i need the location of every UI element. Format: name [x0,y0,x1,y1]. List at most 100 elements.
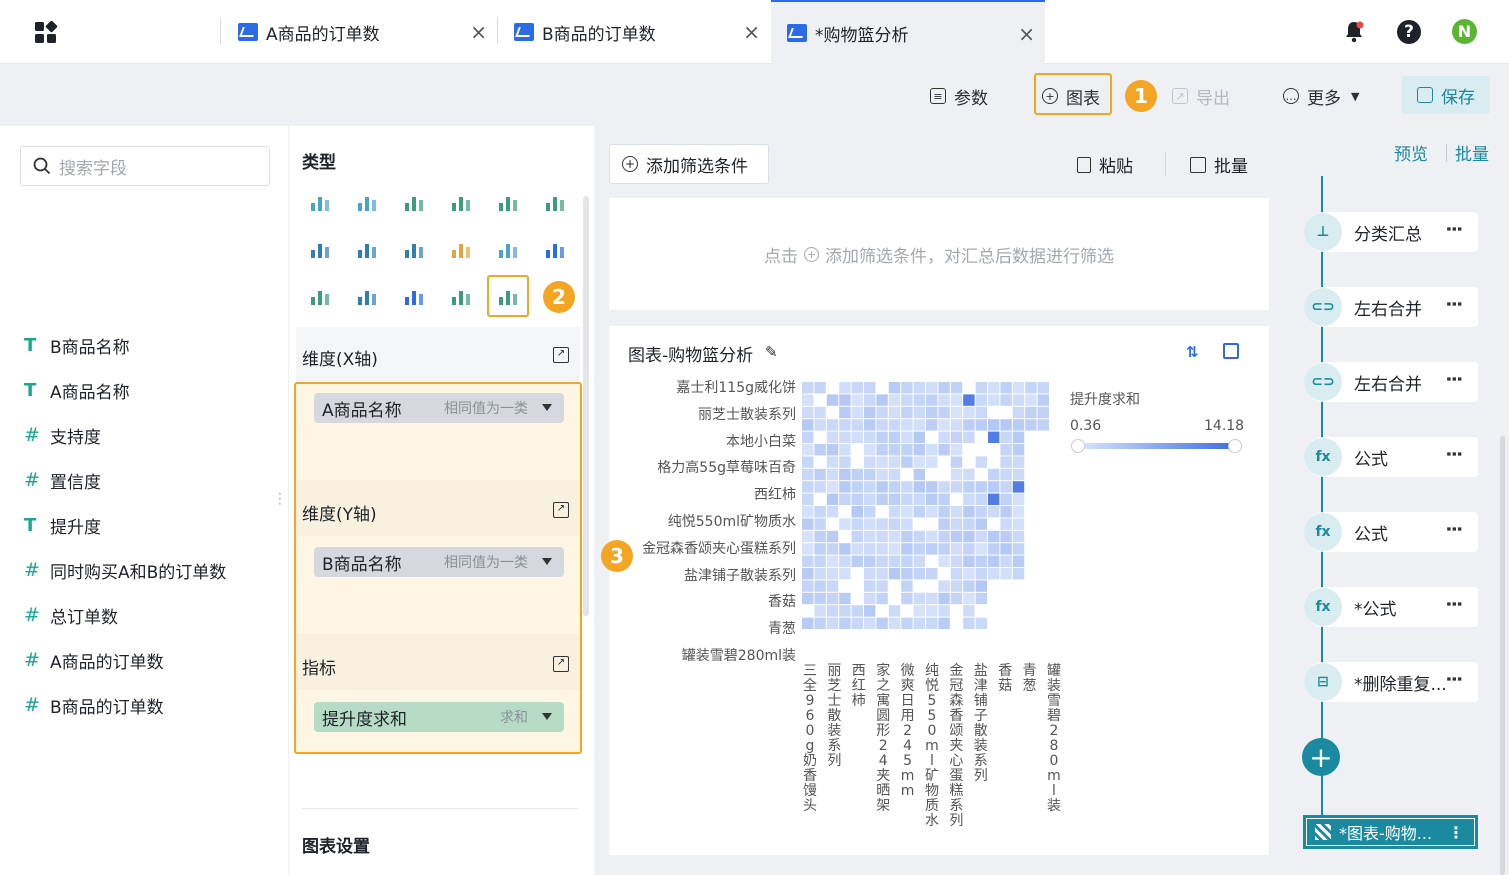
heatmap-cell[interactable] [901,481,913,493]
heatmap-cell[interactable] [901,419,913,431]
heatmap-cell[interactable] [802,506,814,518]
heatmap-cell[interactable] [913,456,925,468]
heatmap-cell[interactable] [975,530,987,543]
heatmap-cell[interactable] [802,444,814,456]
heatmap-cell[interactable] [888,506,901,518]
heatmap-cell[interactable] [876,419,888,431]
heatmap-cell[interactable] [876,394,888,406]
heatmap-cell[interactable] [888,456,901,468]
heatmap-cell[interactable] [1012,419,1025,431]
heatmap-cell[interactable] [814,568,826,580]
heatmap-cell[interactable] [876,493,888,505]
heatmap-cell[interactable] [901,493,913,505]
heatmap-cell[interactable] [888,468,901,481]
heatmap-cell[interactable] [1012,431,1025,443]
heatmap-cell[interactable] [839,543,851,555]
heatmap-cell[interactable] [913,419,925,431]
heatmap-cell[interactable] [814,555,826,567]
heatmap-cell[interactable] [963,543,975,555]
heatmap-cell[interactable] [802,592,814,605]
heatmap-cell[interactable] [913,530,925,543]
heatmap-cell[interactable] [926,543,938,555]
heatmap-cell[interactable] [975,580,987,592]
heatmap-cell[interactable] [876,518,888,530]
close-icon[interactable]: × [1018,22,1035,46]
heatmap-cell[interactable] [802,493,814,505]
heatmap-cell[interactable] [826,592,839,605]
field-item[interactable]: # 总订单数 [24,600,118,630]
more-button[interactable]: … 更多 ▼ [1283,78,1359,114]
add-filter-button[interactable]: + 添加筛选条件 [609,144,769,184]
heatmap-cell[interactable] [851,493,863,505]
heatmap-cell[interactable] [901,568,913,580]
heatmap-cell[interactable] [876,543,888,555]
tab-basket-analysis[interactable]: *购物篮分析 × [771,0,1045,64]
heatmap-cell[interactable] [1012,382,1025,394]
heatmap-cell[interactable] [888,555,901,567]
heatmap-cell[interactable] [988,468,1000,481]
more-vert-icon[interactable]: ⋮ [1443,445,1464,459]
field-item[interactable]: # 同时购买A和B的订单数 [24,555,226,585]
heatmap-cell[interactable] [864,568,876,580]
heatmap-cell[interactable] [826,456,839,468]
heatmap-cell[interactable] [851,530,863,543]
heatmap-cell[interactable] [839,456,851,468]
heatmap-cell[interactable] [888,543,901,555]
heatmap-cell[interactable] [876,617,888,629]
fullscreen-icon[interactable] [1223,343,1239,359]
heatmap-cell[interactable] [975,592,987,605]
heatmap-cell[interactable] [963,493,975,505]
heatmap-cell[interactable] [864,580,876,592]
legend-max-handle[interactable] [1228,439,1242,453]
heatmap-cell[interactable] [938,481,950,493]
heatmap-cell[interactable] [950,506,963,518]
heatmap-cell[interactable] [826,493,839,505]
heatmap-cell[interactable] [1025,419,1037,431]
heatmap-cell[interactable] [913,605,925,617]
heatmap-cell[interactable] [950,518,963,530]
heatmap-cell[interactable] [839,605,851,617]
heatmap-cell[interactable] [802,580,814,592]
heatmap-cell[interactable] [975,543,987,555]
heatmap-cell[interactable] [975,481,987,493]
heatmap-cell[interactable] [913,481,925,493]
heatmap-cell[interactable] [988,481,1000,493]
heatmap-cell[interactable] [938,382,950,394]
heatmap-cell[interactable] [1000,493,1012,505]
pipeline-step[interactable]: ⊟ *删除重复... ⋮ [1304,662,1478,702]
heatmap-cell[interactable] [851,406,863,419]
heatmap-cell[interactable] [814,592,826,605]
field-item[interactable]: # 支持度 [24,420,101,450]
heatmap-cell[interactable] [901,530,913,543]
heatmap-cell[interactable] [1025,394,1037,406]
heatmap-cell[interactable] [826,530,839,543]
heatmap-cell[interactable] [938,518,950,530]
heatmap-cell[interactable] [864,605,876,617]
heatmap-cell[interactable] [988,506,1000,518]
more-vert-icon[interactable]: ⋮ [1443,370,1464,384]
heatmap-cell[interactable] [975,568,987,580]
heatmap-cell[interactable] [888,481,901,493]
filter-area[interactable]: 点击 + 添加筛选条件，对汇总后数据进行筛选 [609,198,1269,310]
heatmap-cell[interactable] [814,468,826,481]
heatmap-cell[interactable] [826,481,839,493]
heatmap-cell[interactable] [1000,444,1012,456]
heatmap-cell[interactable] [988,543,1000,555]
heatmap-cell[interactable] [901,406,913,419]
wordcloud-chart-icon[interactable] [449,285,473,307]
legend-min-handle[interactable] [1071,439,1085,453]
heatmap-cell[interactable] [950,481,963,493]
heatmap-cell[interactable] [938,617,950,629]
heatmap-cell[interactable] [802,431,814,443]
heatmap-cell[interactable] [975,394,987,406]
heatmap-cell[interactable] [1012,555,1025,567]
heatmap-cell[interactable] [802,406,814,419]
heatmap-cell[interactable] [839,568,851,580]
heatmap-cell[interactable] [1000,456,1012,468]
heatmap-cell[interactable] [826,605,839,617]
heatmap-cell[interactable] [864,431,876,443]
notification-bell-icon[interactable] [1342,20,1366,44]
heatmap-cell[interactable] [926,592,938,605]
heatmap-cell[interactable] [839,444,851,456]
heatmap-cell[interactable] [938,592,950,605]
